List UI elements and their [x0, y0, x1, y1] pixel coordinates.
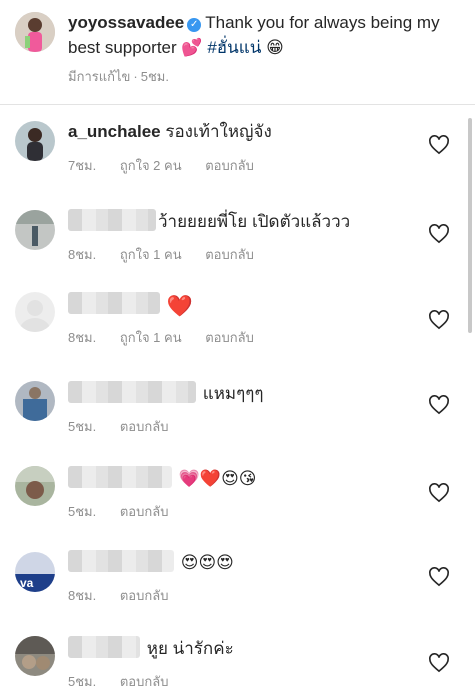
heart-outline-icon[interactable]	[428, 483, 450, 503]
caption-meta: มีการแก้ไข · 5ชม.	[68, 66, 169, 87]
comment-meta: 8ชม. ตอบกลับ	[68, 585, 188, 606]
comment-time: 7ชม.	[68, 158, 97, 173]
blurred-username	[68, 550, 174, 572]
comment-item: หูย น่ารักค่ะ 5ชม. ตอบกลับ	[0, 636, 475, 696]
reply-button[interactable]: ตอบกลับ	[120, 674, 169, 689]
comment-avatar[interactable]	[15, 381, 55, 421]
heart-outline-icon[interactable]	[428, 310, 450, 330]
scrollbar[interactable]	[468, 118, 472, 333]
comment-meta: 5ชม. ตอบกลับ	[68, 671, 188, 692]
meta-separator: ·	[133, 69, 138, 84]
blurred-username	[68, 209, 156, 231]
comment-meta: 5ชม. ตอบกลับ	[68, 501, 188, 522]
reply-button[interactable]: ตอบกลับ	[120, 504, 169, 519]
reply-button[interactable]: ตอบกลับ	[205, 247, 254, 262]
two-hearts-emoji: 💕	[181, 38, 203, 57]
caption-time: 5ชม.	[140, 69, 169, 84]
reply-button[interactable]: ตอบกลับ	[205, 158, 254, 173]
comment-meta: 7ชม. ถูกใจ 2 คน ตอบกลับ	[68, 155, 274, 176]
comment-text: หูย น่ารักค่ะ	[68, 636, 234, 661]
comment-body: รองเท้าใหญ่จัง	[165, 122, 272, 141]
comment-item: ❤️ 8ชม. ถูกใจ 1 คน ตอบกลับ	[0, 292, 475, 352]
comment-avatar[interactable]	[15, 466, 55, 506]
comment-avatar[interactable]	[15, 292, 55, 332]
comment-text: ว้ายยยยพี่โย เปิดตัวแล้ววว	[68, 209, 350, 234]
comment-emojis: 😍😍😍	[180, 553, 234, 572]
heart-outline-icon[interactable]	[428, 567, 450, 587]
blurred-username	[68, 466, 172, 488]
comment-likes[interactable]: ถูกใจ 2 คน	[120, 158, 182, 173]
comment-text: ❤️	[68, 292, 195, 319]
comment-meta: 8ชม. ถูกใจ 1 คน ตอบกลับ	[68, 244, 274, 265]
heart-outline-icon[interactable]	[428, 395, 450, 415]
comment-time: 8ชม.	[68, 247, 97, 262]
comment-item: แหมๆๆๆ 5ชม. ตอบกลับ	[0, 381, 475, 441]
comment-body: แหมๆๆๆ	[202, 384, 264, 403]
comment-body: ว้ายยยยพี่โย เปิดตัวแล้ววว	[158, 212, 351, 231]
comment-avatar[interactable]	[15, 121, 55, 161]
edited-label: มีการแก้ไข	[68, 69, 131, 84]
grin-emoji: 😁	[266, 38, 284, 57]
verified-badge-icon: ✓	[187, 18, 202, 32]
comment-text: a_unchalee รองเท้าใหญ่จัง	[68, 120, 272, 144]
comment-emojis: 💗❤️😍😘	[178, 469, 257, 488]
comment-time: 8ชม.	[68, 330, 97, 345]
red-heart-emoji: ❤️	[166, 295, 193, 318]
comment-time: 5ชม.	[68, 419, 97, 434]
heart-outline-icon[interactable]	[428, 224, 450, 244]
heart-outline-icon[interactable]	[428, 135, 450, 155]
caption-username[interactable]: yoyossavadee	[68, 13, 184, 32]
blurred-username	[68, 636, 140, 658]
comment-time: 5ชม.	[68, 504, 97, 519]
comment-meta: 8ชม. ถูกใจ 1 คน ตอบกลับ	[68, 327, 274, 348]
comment-avatar[interactable]	[15, 636, 55, 676]
comment-body: หูย น่ารักค่ะ	[146, 639, 234, 658]
comment-text: 💗❤️😍😘	[68, 466, 257, 491]
blurred-username	[68, 292, 160, 314]
post-caption: yoyossavadee ✓ Thank you for always being …	[0, 0, 475, 105]
heart-outline-icon[interactable]	[428, 653, 450, 673]
comment-likes[interactable]: ถูกใจ 1 คน	[120, 247, 182, 262]
comment-item: a_unchalee รองเท้าใหญ่จัง 7ชม. ถูกใจ 2 ค…	[0, 118, 475, 178]
comment-avatar[interactable]: va	[15, 552, 55, 592]
comment-likes[interactable]: ถูกใจ 1 คน	[120, 330, 182, 345]
comment-meta: 5ชม. ตอบกลับ	[68, 416, 188, 437]
comment-avatar[interactable]	[15, 210, 55, 250]
svg-text:va: va	[20, 576, 34, 590]
caption-text: yoyossavadee ✓ Thank you for always being …	[68, 10, 463, 60]
blurred-username	[68, 381, 196, 403]
hashtag-link[interactable]: #ฮั่นแน่	[207, 38, 261, 57]
reply-button[interactable]: ตอบกลับ	[120, 419, 169, 434]
comment-text: 😍😍😍	[68, 550, 234, 575]
comment-item: ว้ายยยยพี่โย เปิดตัวแล้ววว 8ชม. ถูกใจ 1 …	[0, 207, 475, 267]
comment-text: แหมๆๆๆ	[68, 381, 264, 406]
reply-button[interactable]: ตอบกลับ	[205, 330, 254, 345]
comment-username[interactable]: a_unchalee	[68, 122, 161, 141]
comment-time: 8ชม.	[68, 588, 97, 603]
comment-item: 💗❤️😍😘 5ชม. ตอบกลับ	[0, 466, 475, 526]
comment-time: 5ชม.	[68, 674, 97, 689]
comment-item: va 😍😍😍 8ชม. ตอบกลับ	[0, 550, 475, 610]
reply-button[interactable]: ตอบกลับ	[120, 588, 169, 603]
caption-avatar[interactable]	[15, 12, 55, 52]
